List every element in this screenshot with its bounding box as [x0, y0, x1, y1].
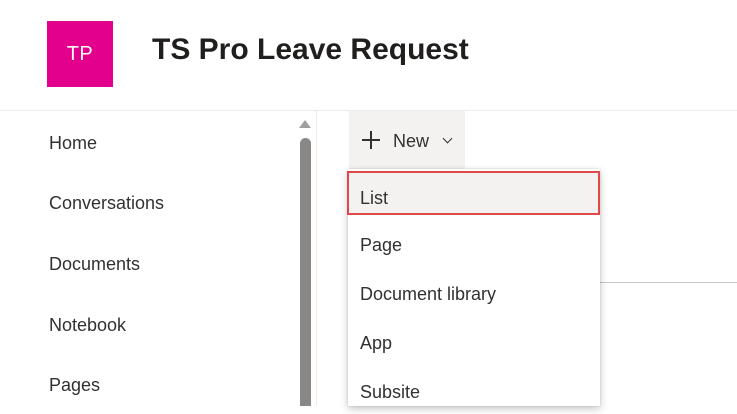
menu-item-list[interactable]: List — [347, 171, 600, 215]
site-logo-initials: TP — [66, 42, 94, 65]
nav-item-documents[interactable]: Documents — [49, 252, 140, 276]
nav-item-home[interactable]: Home — [49, 131, 97, 155]
nav-item-notebook[interactable]: Notebook — [49, 313, 126, 337]
site-logo[interactable]: TP — [47, 21, 113, 87]
scrollbar-thumb[interactable] — [300, 138, 311, 406]
site-title[interactable]: TS Pro Leave Request — [152, 30, 469, 70]
menu-item-label: Document library — [360, 284, 497, 304]
new-menu: List Page Document library App Subsite — [347, 169, 600, 406]
menu-item-page[interactable]: Page — [348, 223, 600, 267]
menu-item-subsite[interactable]: Subsite — [348, 370, 600, 414]
content-divider — [600, 282, 737, 283]
nav-item-conversations[interactable]: Conversations — [49, 191, 164, 215]
plus-icon — [362, 131, 380, 149]
menu-item-app[interactable]: App — [348, 321, 600, 365]
menu-item-label: Page — [360, 235, 403, 255]
new-button-label: New — [393, 131, 430, 151]
scroll-up-icon[interactable] — [299, 120, 311, 128]
menu-item-document-library[interactable]: Document library — [348, 272, 600, 316]
nav-item-pages[interactable]: Pages — [49, 373, 100, 397]
site-header: TP TS Pro Leave Request — [0, 0, 737, 111]
left-navigation: Home Conversations Documents Notebook Pa… — [0, 111, 298, 406]
new-button[interactable]: New — [349, 111, 465, 169]
chevron-down-icon — [442, 133, 453, 144]
menu-item-label: List — [360, 188, 389, 208]
menu-item-label: Subsite — [360, 382, 421, 402]
menu-item-label: App — [360, 333, 393, 353]
